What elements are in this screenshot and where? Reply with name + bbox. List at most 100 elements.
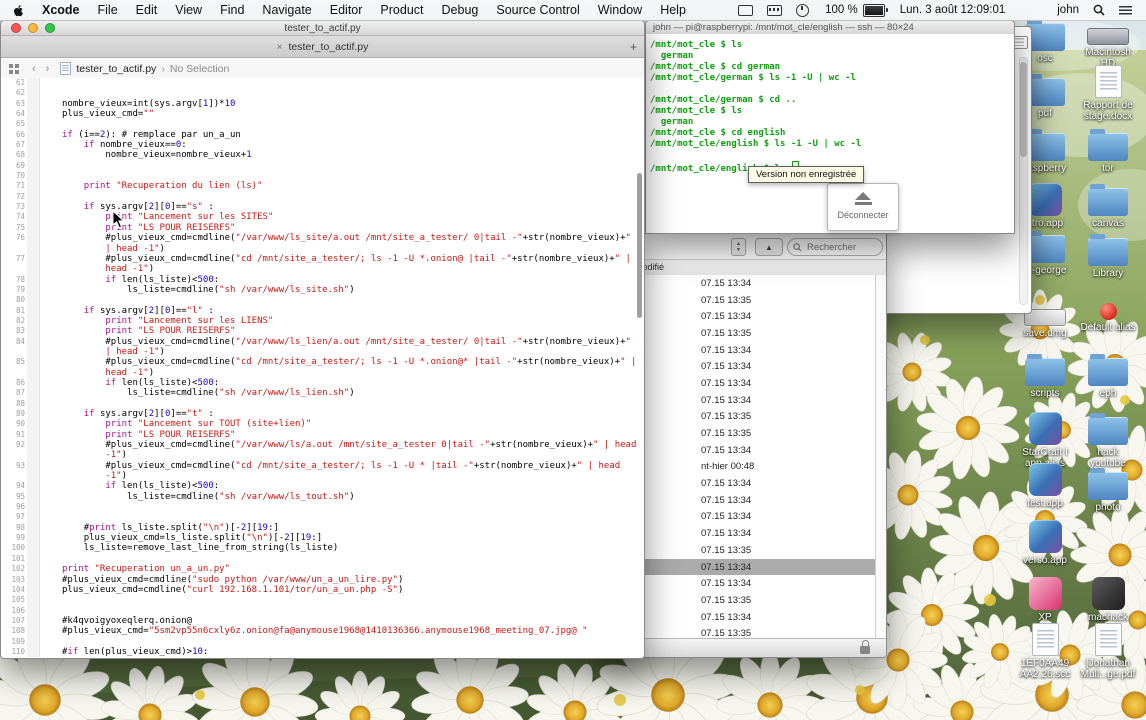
menu-item-window[interactable]: Window <box>589 3 651 17</box>
code-line[interactable]: 68 nombre_vieux=nombre_vieux+1 <box>1 150 644 160</box>
desktop-icon-library[interactable]: Library <box>1077 232 1139 279</box>
code-line[interactable]: 72 <box>1 192 644 202</box>
code-line[interactable]: 77 #plus_vieux_cmd=cmdline("cd /mnt/site… <box>1 254 644 275</box>
notification-center-menu-extra[interactable] <box>1119 6 1132 15</box>
code-line[interactable]: 70 <box>1 171 644 181</box>
code-line[interactable]: 83 print "LS POUR REISERFS" <box>1 326 644 336</box>
menu-item-find[interactable]: Find <box>211 3 253 17</box>
desktop-icon-photo[interactable]: photo <box>1077 466 1139 513</box>
list-view-icon[interactable] <box>1013 36 1028 49</box>
code-line[interactable]: 63nombre_vieux=int(sys.argv[1])*10 <box>1 99 644 109</box>
code-line[interactable]: 93 #plus_vieux_cmd=cmdline("cd /mnt/site… <box>1 461 644 482</box>
code-line[interactable]: 80 <box>1 295 644 305</box>
back-button[interactable]: ‹ <box>32 63 36 75</box>
desktop-icon-jonathan-mull-ge-pdf[interactable]: [Jonathan Mull...ge.pdf <box>1077 620 1139 680</box>
breadcrumb-file[interactable]: tester_to_actif.py <box>76 63 156 75</box>
time-machine-menu-extra[interactable] <box>796 4 809 17</box>
breadcrumb-selection[interactable]: No Selection <box>170 63 230 75</box>
code-line[interactable]: 88 <box>1 399 644 409</box>
desktop-icon-canvas[interactable]: canvas <box>1077 182 1139 229</box>
editor-scrollbar[interactable] <box>637 173 642 318</box>
desktop-icon-default-alias[interactable]: Default alias <box>1077 289 1139 333</box>
background-window-scrollbar[interactable] <box>1019 57 1028 305</box>
code-line[interactable]: 71 print "Recuperation du lien (ls)" <box>1 181 644 191</box>
file-list-scrollbar[interactable] <box>875 275 886 639</box>
code-line[interactable]: 91 print "LS POUR REISERFS" <box>1 430 644 440</box>
menu-item-source-control[interactable]: Source Control <box>487 3 588 17</box>
code-line[interactable]: 87 ls_liste=cmdline("sh /var/www/ls_lien… <box>1 388 644 398</box>
code-line[interactable]: 81 if sys.argv[2][0]=="l" : <box>1 306 644 316</box>
forward-button[interactable]: › <box>46 63 50 75</box>
tab-tester-to-actif[interactable]: ×tester_to_actif.py <box>1 41 644 53</box>
code-line[interactable]: 78 if len(ls_liste)<500: <box>1 275 644 285</box>
desktop-icon-rapport-de-stage-docx[interactable]: Rapport de stage.docx <box>1077 62 1139 122</box>
desktop-icon-starcraft-i-app-alias[interactable]: StarCraft I app alias <box>1014 411 1076 469</box>
code-line[interactable]: 102print "Recuperation un_a_un.py" <box>1 564 644 574</box>
search-input[interactable] <box>805 241 879 254</box>
desktop-icon-scripts[interactable]: scripts <box>1014 352 1076 399</box>
add-tab-button[interactable]: + <box>630 40 637 54</box>
code-line[interactable]: 107#k4qvoigyoxeqlerq.onion@ <box>1 616 644 626</box>
user-menu[interactable]: john <box>1057 4 1079 16</box>
search-field[interactable] <box>787 238 883 256</box>
code-line[interactable]: 99 plus_vieux_cmd=ls_liste.split("\n")[-… <box>1 533 644 543</box>
keyboard-menu-extra[interactable] <box>767 5 782 16</box>
code-line[interactable]: 79 ls_liste=cmdline("sh /var/www/ls_site… <box>1 285 644 295</box>
code-line[interactable]: 96 <box>1 502 644 512</box>
code-line[interactable]: 90 print "Lancement sur TOUT (site+lien)… <box>1 419 644 429</box>
spotlight-menu-extra[interactable] <box>1093 4 1105 16</box>
desktop-icon-xp[interactable]: XP <box>1014 576 1076 623</box>
apple-menu[interactable] <box>0 4 33 17</box>
code-line[interactable]: 65 <box>1 119 644 129</box>
code-line[interactable]: 85 #plus_vieux_cmd=cmdline("cd /mnt/site… <box>1 357 644 378</box>
code-line[interactable]: 109 <box>1 637 644 647</box>
code-line[interactable]: 69 <box>1 161 644 171</box>
code-line[interactable]: 97 <box>1 512 644 522</box>
code-line[interactable]: 76 #plus_vieux_cmd=cmdline("/var/www/ls_… <box>1 233 644 254</box>
menu-item-navigate[interactable]: Navigate <box>253 3 320 17</box>
xcode-title-bar[interactable]: tester_to_actif.py <box>1 21 644 36</box>
code-line[interactable]: 89 if sys.argv[2][0]=="t" : <box>1 409 644 419</box>
code-line[interactable]: 66if (i==2): # remplace par un_a_un <box>1 130 644 140</box>
display-menu-extra[interactable] <box>738 5 753 16</box>
code-line[interactable]: 92 #plus_vieux_cmd=cmdline("/var/www/ls/… <box>1 440 644 461</box>
menu-item-editor[interactable]: Editor <box>321 3 372 17</box>
menu-item-view[interactable]: View <box>166 3 211 17</box>
menu-item-file[interactable]: File <box>89 3 127 17</box>
code-line[interactable]: 84 #plus_vieux_cmd=cmdline("/var/www/ls_… <box>1 337 644 358</box>
code-line[interactable]: 82 print "Lancement sur les LIENS" <box>1 316 644 326</box>
code-line[interactable]: 62 <box>1 88 644 98</box>
code-editor[interactable]: 616263nombre_vieux=int(sys.argv[1])*1064… <box>1 78 644 658</box>
code-line[interactable]: 105 <box>1 595 644 605</box>
eject-icon[interactable] <box>828 192 898 205</box>
menubar-clock[interactable]: Lun. 3 août 12:09:01 <box>900 4 1006 16</box>
code-line[interactable]: 74 print "Lancement sur les SITES" <box>1 212 644 222</box>
menu-item-debug[interactable]: Debug <box>433 3 488 17</box>
code-line[interactable]: 73 if sys.argv[2][0]=="s" : <box>1 202 644 212</box>
desktop-icon-eph[interactable]: eph <box>1077 352 1139 399</box>
code-line[interactable]: 110#if len(plus_vieux_cmd)>10: <box>1 647 644 657</box>
code-line[interactable]: 61 <box>1 78 644 88</box>
desktop-icon-tor[interactable]: tor <box>1077 127 1139 174</box>
code-line[interactable]: 95 ls_liste=cmdline("sh /var/www/ls_tout… <box>1 492 644 502</box>
code-line[interactable]: 101 <box>1 554 644 564</box>
code-line[interactable]: 64plus_vieux_cmd="" <box>1 109 644 119</box>
terminal-title-bar[interactable]: john — pi@raspberrypi: /mnt/mot_cle/engl… <box>646 21 1014 35</box>
related-items-icon[interactable] <box>9 64 19 74</box>
code-line[interactable]: 104plus_vieux_cmd=cmdline("curl 192.168.… <box>1 585 644 595</box>
code-line[interactable]: 108#plus_vieux_cmd="5sm2vp55n6cxly6z.oni… <box>1 626 644 636</box>
desktop-icon-hack-youtube[interactable]: hack youtube <box>1077 411 1139 469</box>
code-line[interactable]: 86 if len(ls_liste)<500: <box>1 378 644 388</box>
battery-percentage[interactable]: 100 % <box>825 4 858 16</box>
parent-folder-button[interactable]: ▲ <box>755 238 783 256</box>
code-line[interactable]: 98 #print ls_liste.split("\n")[-2][19:] <box>1 523 644 533</box>
desktop-icon-verso-app[interactable]: verso.app <box>1014 519 1076 566</box>
menu-item-help[interactable]: Help <box>651 3 695 17</box>
code-line[interactable]: 94 if len(ls_liste)<500: <box>1 481 644 491</box>
desktop-icon-1ef0aa49-aa2-26-scc[interactable]: 1EF0AA49 AA2.26.scc <box>1014 620 1076 680</box>
menu-item-edit[interactable]: Edit <box>127 3 167 17</box>
tab-close-icon[interactable]: × <box>277 42 283 53</box>
menu-item-xcode[interactable]: Xcode <box>33 3 89 17</box>
code-line[interactable]: 75 print "LS POUR REISERFS" <box>1 223 644 233</box>
battery-menu-extra[interactable] <box>863 4 888 17</box>
